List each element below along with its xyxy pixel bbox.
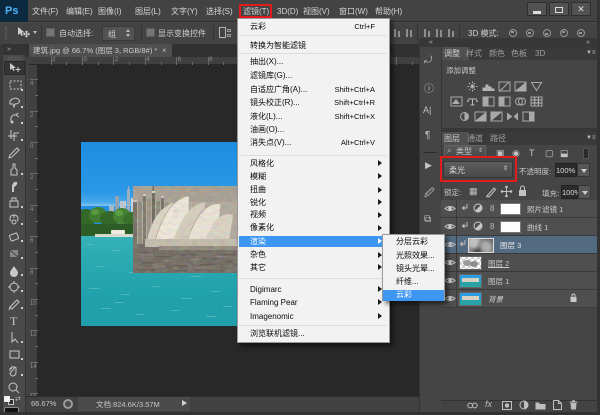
svg-text:T: T bbox=[10, 314, 18, 328]
